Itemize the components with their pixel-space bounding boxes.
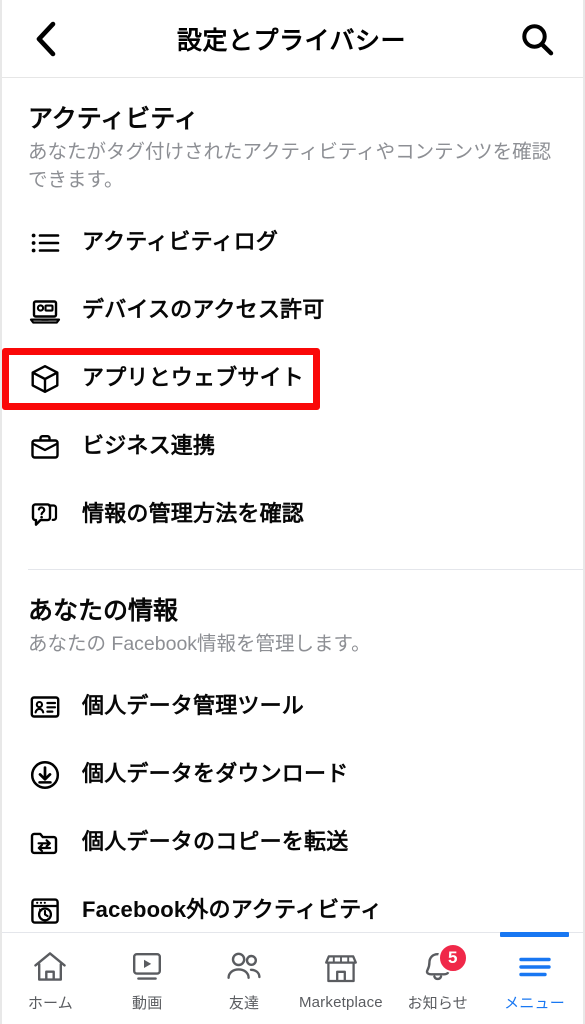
- settings-list[interactable]: アクティビティ あなたがタグ付けされたアクティビティやコンテンツを確認できます。…: [2, 78, 583, 932]
- settings-item-label: デバイスのアクセス許可: [82, 297, 325, 323]
- section-activity-header: アクティビティ あなたがタグ付けされたアクティビティやコンテンツを確認できます。: [2, 78, 583, 195]
- laptop-icon: [28, 294, 62, 328]
- section-description: あなたの Facebook情報を管理します。: [28, 632, 371, 655]
- tab-marketplace[interactable]: Marketplace: [292, 933, 389, 1024]
- section-your-information: あなたの情報 あなたの Facebook情報を管理します。 個人データ管理ツール: [2, 570, 583, 932]
- video-icon: [129, 949, 165, 985]
- tab-video[interactable]: 動画: [99, 933, 196, 1024]
- question-bubble-icon: [28, 498, 62, 532]
- download-circle-icon: [28, 758, 62, 792]
- list-icon: [28, 226, 62, 260]
- settings-item-transfer-copy-of-data[interactable]: 個人データのコピーを転送: [2, 809, 583, 877]
- settings-item-label: 個人データ管理ツール: [82, 693, 305, 719]
- briefcase-icon: [28, 430, 62, 464]
- section-title: あなたの情報: [28, 596, 179, 625]
- cube-icon: [28, 362, 62, 396]
- settings-item-off-facebook-activity[interactable]: Facebook外のアクティビティ: [2, 877, 583, 932]
- section-activity-items: アクティビティログ デバイスのアクセス許可 アプリとウェブサイト ビジネス連携 …: [2, 195, 583, 557]
- search-icon: [520, 22, 554, 56]
- settings-item-personal-data-tools[interactable]: 個人データ管理ツール: [2, 673, 583, 741]
- settings-item-label: アプリとウェブサイト: [82, 365, 305, 391]
- settings-item-business-integrations[interactable]: ビジネス連携: [2, 413, 583, 481]
- tab-label: お知らせ: [407, 994, 468, 1012]
- tab-label: 友達: [228, 994, 260, 1012]
- settings-item-label: 情報の管理方法を確認: [82, 501, 305, 527]
- page-title: 設定とプライバシー: [176, 26, 406, 55]
- tab-notifications[interactable]: 5 お知らせ: [389, 933, 486, 1024]
- section-your-information-items: 個人データ管理ツール 個人データをダウンロード 個人データのコピーを転送 Fac…: [2, 659, 583, 932]
- tab-label: メニュー: [504, 994, 565, 1012]
- search-button[interactable]: [515, 17, 559, 61]
- id-card-icon: [28, 690, 62, 724]
- tab-friends[interactable]: 友達: [196, 933, 293, 1024]
- settings-item-how-info-is-managed[interactable]: 情報の管理方法を確認: [2, 481, 583, 549]
- hamburger-menu-icon: [516, 949, 554, 985]
- friends-icon: [225, 949, 263, 985]
- tab-label: 動画: [132, 994, 163, 1012]
- tab-label: Marketplace: [298, 993, 383, 1011]
- bottom-navigation-bar: ホーム 動画 友達 Marketplace 5 お知らせ メニュー: [2, 932, 583, 1024]
- bell-icon: 5: [420, 942, 468, 985]
- tab-menu[interactable]: メニュー: [486, 932, 583, 1024]
- home-icon: [32, 949, 68, 985]
- settings-item-activity-log[interactable]: アクティビティログ: [2, 209, 583, 277]
- settings-item-download-personal-data[interactable]: 個人データをダウンロード: [2, 741, 583, 809]
- tab-home[interactable]: ホーム: [2, 933, 99, 1024]
- tab-label: ホーム: [27, 994, 73, 1012]
- settings-item-label: 個人データのコピーを転送: [82, 829, 349, 855]
- settings-privacy-screen: 設定とプライバシー アクティビティ あなたがタグ付けされたアクティビティやコンテ…: [0, 0, 585, 1024]
- settings-item-apps-and-websites[interactable]: アプリとウェブサイト: [2, 345, 583, 413]
- back-button[interactable]: [24, 17, 68, 61]
- app-header: 設定とプライバシー: [2, 0, 583, 78]
- settings-item-label: 個人データをダウンロード: [82, 761, 349, 787]
- browser-history-icon: [28, 894, 62, 928]
- section-activity: アクティビティ あなたがタグ付けされたアクティビティやコンテンツを確認できます。…: [2, 78, 583, 570]
- section-your-information-header: あなたの情報 あなたの Facebook情報を管理します。: [2, 570, 583, 659]
- settings-item-label: ビジネス連携: [82, 433, 216, 459]
- section-title: アクティビティ: [28, 105, 199, 133]
- section-description: あなたがタグ付けされたアクティビティやコンテンツを確認できます。: [28, 141, 552, 191]
- settings-item-label: アクティビティログ: [82, 229, 279, 255]
- settings-item-device-permissions[interactable]: デバイスのアクセス許可: [2, 277, 583, 345]
- notification-badge: 5: [437, 942, 468, 973]
- folder-transfer-icon: [28, 826, 62, 860]
- chevron-left-icon: [33, 21, 59, 57]
- settings-item-label: Facebook外のアクティビティ: [82, 897, 383, 923]
- store-icon: [322, 951, 360, 987]
